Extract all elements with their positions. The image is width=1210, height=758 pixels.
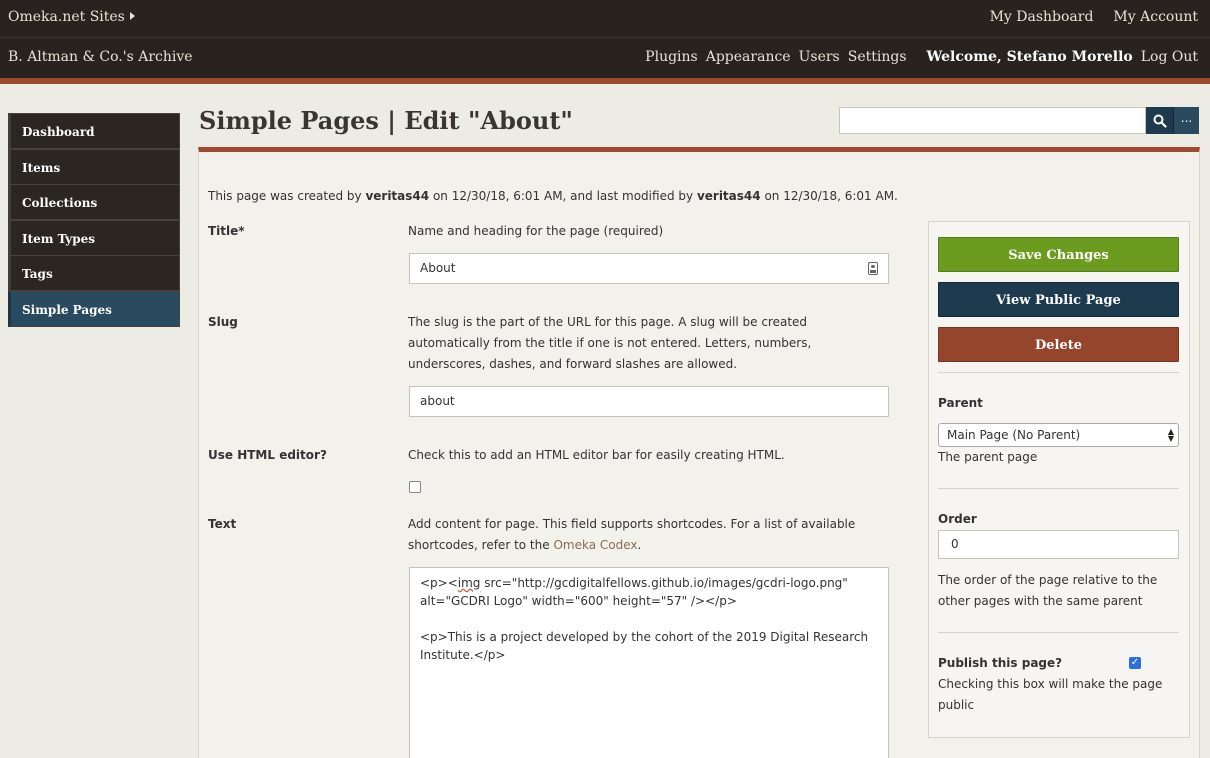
- my-dashboard-link[interactable]: My Dashboard: [990, 9, 1094, 25]
- sidebar-item-item-types[interactable]: Item Types: [8, 219, 180, 256]
- omeka-codex-link[interactable]: Omeka Codex: [553, 538, 637, 552]
- sidebar-item-tags[interactable]: Tags: [8, 255, 180, 291]
- parent-select[interactable]: Main Page (No Parent) ▲ ▼: [938, 423, 1179, 447]
- text-desc-post: .: [637, 538, 642, 552]
- order-input-value: 0: [951, 537, 959, 551]
- title-label: Title*: [208, 224, 245, 238]
- my-account-link[interactable]: My Account: [1113, 9, 1198, 25]
- global-topbar: Omeka.net Sites My Dashboard My Account: [0, 0, 1210, 38]
- order-input[interactable]: 0: [938, 530, 1179, 559]
- order-label: Order: [938, 512, 977, 526]
- publish-label: Publish this page?: [938, 656, 1063, 670]
- logout-link[interactable]: Log Out: [1141, 49, 1198, 65]
- text-editor[interactable]: <p><img src="http://gcdigitalfellows.git…: [409, 567, 889, 758]
- advanced-search-button[interactable]: ...: [1173, 107, 1199, 134]
- header-divider: [0, 78, 1210, 84]
- text-line1-c: src="http://gcdigitalfellows.github.io/i…: [420, 576, 848, 608]
- title-input-value: About: [420, 261, 456, 275]
- parent-select-value: Main Page (No Parent): [947, 428, 1081, 442]
- divider: [938, 372, 1179, 373]
- text-line1-a: <p><: [420, 576, 458, 590]
- omeka-sites-label: Omeka.net Sites: [8, 9, 125, 25]
- text-label: Text: [208, 517, 237, 531]
- publish-description: Checking this box will make the page pub…: [938, 677, 1163, 712]
- contact-card-icon[interactable]: [868, 262, 878, 275]
- search-button[interactable]: [1146, 107, 1173, 134]
- text-description: Add content for page. This field support…: [408, 514, 888, 556]
- sidebar-item-simple-pages[interactable]: Simple Pages: [8, 290, 180, 327]
- site-header: B. Altman & Co.'s Archive Plugins Appear…: [0, 38, 1210, 78]
- title-input[interactable]: About: [409, 253, 889, 284]
- text-editor-line-2: <p>This is a project developed by the co…: [420, 630, 869, 662]
- page-title: Simple Pages | Edit "About": [199, 106, 573, 135]
- html-editor-description: Check this to add an HTML editor bar for…: [408, 448, 785, 462]
- welcome-user[interactable]: Welcome, Stefano Morello: [927, 49, 1133, 65]
- title-description: Name and heading for the page (required): [408, 224, 664, 238]
- slug-input-value: about: [420, 394, 455, 408]
- nav-appearance[interactable]: Appearance: [706, 49, 791, 65]
- meta-modified-by: veritas44: [696, 189, 761, 203]
- divider: [938, 632, 1179, 633]
- meta-mid: on 12/30/18, 6:01 AM, and last modified …: [432, 189, 694, 203]
- omeka-sites-menu[interactable]: Omeka.net Sites: [8, 9, 135, 25]
- publish-checkbox[interactable]: ✓: [1129, 657, 1141, 669]
- parent-description: The parent page: [938, 450, 1038, 464]
- nav-users[interactable]: Users: [799, 49, 840, 65]
- spellcheck-word: img: [457, 576, 481, 590]
- html-editor-checkbox[interactable]: [409, 481, 421, 493]
- meta-suffix: on 12/30/18, 6:01 AM.: [764, 189, 898, 203]
- check-icon: ✓: [1130, 657, 1140, 668]
- sidebar-item-dashboard[interactable]: Dashboard: [8, 113, 180, 149]
- site-name-link[interactable]: B. Altman & Co.'s Archive: [8, 49, 193, 65]
- slug-label: Slug: [208, 315, 238, 329]
- divider: [938, 488, 1179, 489]
- search-icon: [1153, 114, 1167, 128]
- search-input[interactable]: [839, 107, 1146, 134]
- html-editor-label: Use HTML editor?: [208, 448, 327, 462]
- nav-settings[interactable]: Settings: [848, 49, 907, 65]
- parent-label: Parent: [938, 396, 983, 410]
- meta-prefix: This page was created by: [208, 189, 362, 203]
- select-arrows-icon: ▲ ▼: [1167, 427, 1174, 443]
- meta-created-by: veritas44: [365, 189, 430, 203]
- nav-plugins[interactable]: Plugins: [645, 49, 698, 65]
- caret-right-icon: [129, 12, 135, 20]
- view-public-page-button[interactable]: View Public Page: [938, 282, 1179, 317]
- slug-description: The slug is the part of the URL for this…: [408, 315, 812, 371]
- save-changes-button[interactable]: Save Changes: [938, 237, 1179, 272]
- page-meta: This page was created by veritas44 on 12…: [208, 189, 898, 203]
- delete-button[interactable]: Delete: [938, 327, 1179, 362]
- order-description: The order of the page relative to the ot…: [938, 573, 1158, 608]
- admin-sidebar: Dashboard Items Collections Item Types T…: [8, 113, 180, 327]
- text-editor-line-1: <p><img src="http://gcdigitalfellows.git…: [420, 574, 878, 610]
- sidebar-item-collections[interactable]: Collections: [8, 184, 180, 220]
- sidebar-item-items[interactable]: Items: [8, 148, 180, 185]
- slug-input[interactable]: about: [409, 386, 889, 417]
